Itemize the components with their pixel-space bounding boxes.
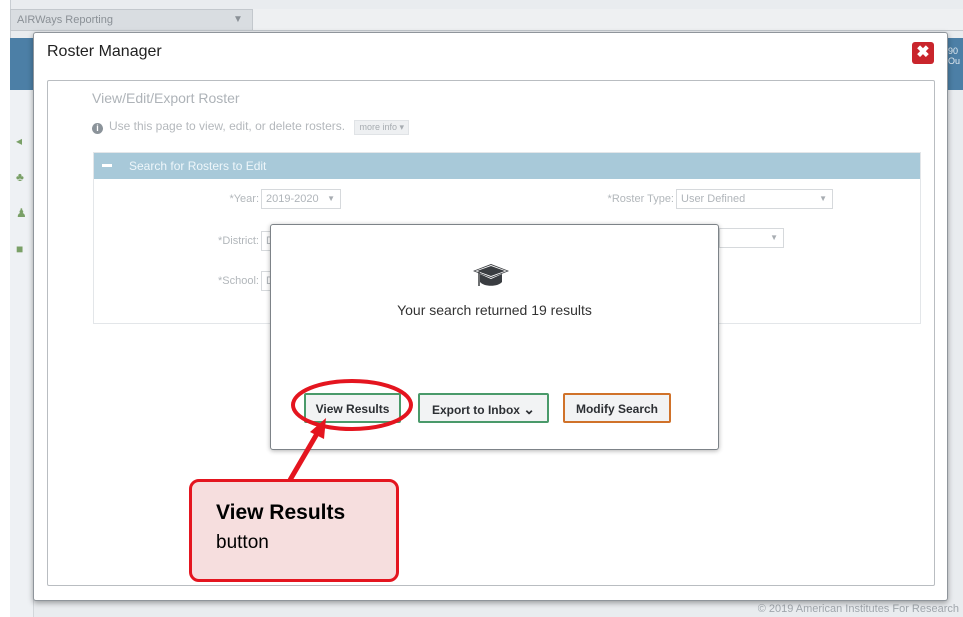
district-label: *District: — [218, 235, 259, 247]
instructions-text: Use this page to view, edit, or delete r… — [109, 119, 346, 133]
graduation-cap-icon — [473, 264, 509, 286]
app-header-text: 90 Ou — [948, 46, 961, 66]
close-icon: ✖ — [916, 44, 930, 61]
roster-type-label: *Roster Type: — [607, 193, 674, 205]
org-chart-icon[interactable]: ♣ — [16, 170, 24, 184]
result-message: Your search returned 19 results — [397, 302, 592, 318]
info-icon: i — [92, 123, 103, 134]
app-topbar — [253, 9, 963, 31]
roster-type-value: User Defined — [681, 193, 746, 205]
callout-subtitle: button — [216, 532, 269, 553]
app-menu-label: AIRWays Reporting — [17, 14, 113, 26]
modify-search-button[interactable]: Modify Search — [563, 393, 671, 423]
roster-type-select[interactable]: User Defined ▼ — [676, 189, 833, 209]
export-to-inbox-button[interactable]: Export to Inbox ⌄ — [418, 393, 549, 423]
people-icon[interactable]: ♟ — [16, 206, 27, 220]
nav-icon[interactable]: ◂ — [16, 134, 22, 148]
export-to-inbox-label: Export to Inbox — [431, 403, 520, 417]
chevron-down-icon: ▼ — [819, 194, 827, 203]
year-label: *Year: — [229, 193, 259, 205]
app-sidebar: ◂ ♣ ♟ ■ — [10, 90, 34, 617]
modal-title: Roster Manager — [47, 43, 162, 60]
annotation-callout: View Results button — [189, 479, 399, 582]
more-info-button[interactable]: more info ▾ — [354, 120, 410, 135]
collapse-icon[interactable] — [102, 164, 112, 167]
school-label: *School: — [218, 275, 259, 287]
chevron-down-icon: ▼ — [233, 14, 243, 25]
flag-icon[interactable]: ■ — [16, 242, 23, 256]
view-results-button[interactable]: View Results — [304, 393, 401, 423]
chevron-down-icon: ▼ — [770, 233, 778, 242]
secondary-select[interactable]: ▼ — [719, 228, 784, 248]
page-title: View/Edit/Export Roster — [92, 90, 240, 106]
chevron-down-icon: ⌄ — [523, 401, 536, 417]
screen: AIRWays Reporting ▼ 90 Ou ◂ ♣ ♟ ■ © 2019… — [0, 0, 963, 617]
year-value: 2019-2020 — [266, 193, 319, 205]
page-instructions: i Use this page to view, edit, or delete … — [92, 119, 410, 135]
app-menu-dropdown[interactable]: AIRWays Reporting ▼ — [10, 9, 253, 31]
year-select[interactable]: 2019-2020 ▼ — [261, 189, 341, 209]
close-button[interactable]: ✖ — [912, 42, 934, 64]
search-panel-title: Search for Rosters to Edit — [129, 159, 267, 173]
footer-copyright: © 2019 American Institutes For Research — [757, 603, 959, 615]
chevron-down-icon: ▼ — [327, 194, 335, 203]
search-results-dialog: Your search returned 19 results View Res… — [270, 224, 719, 450]
search-panel-header[interactable]: Search for Rosters to Edit — [94, 153, 920, 179]
callout-title: View Results — [216, 501, 346, 524]
